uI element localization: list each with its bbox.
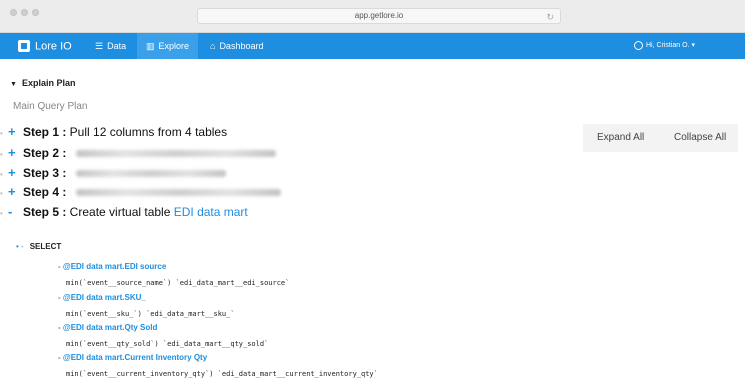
logo-link[interactable]: Lore IO: [12, 33, 80, 59]
expand-step-toggle[interactable]: +: [8, 184, 23, 200]
bullet-icon: •: [0, 189, 3, 198]
step-label: Step 4 :: [23, 185, 67, 199]
bullet-icon: •: [0, 150, 3, 159]
expand-step-toggle[interactable]: +: [8, 165, 23, 181]
field-name[interactable]: - @EDI data mart.Current Inventory Qty: [58, 353, 207, 362]
collapse-step-toggle[interactable]: -: [8, 204, 23, 220]
step-description: Pull 12 columns from 4 tables: [66, 125, 228, 139]
window-zoom-dot[interactable]: [32, 9, 39, 16]
expand-all-button[interactable]: Expand All: [597, 124, 644, 152]
bullet-icon: •: [0, 209, 3, 218]
nav-item-data-label: Data: [107, 41, 127, 51]
user-avatar-icon: [633, 40, 643, 50]
bullet-icon: •: [0, 170, 3, 179]
explain-plan-title: Explain Plan: [21, 78, 76, 88]
expand-collapse-group: Expand All Collapse All: [583, 124, 738, 152]
redacted-text: [75, 189, 281, 197]
redacted-text: [75, 150, 276, 158]
nav-item-dashboard-label: Dashboard: [219, 41, 264, 51]
window-minimize-dot[interactable]: [21, 9, 28, 16]
browser-toolbar: app.getlore.io ↻: [0, 0, 745, 33]
collapse-all-button[interactable]: Collapse All: [674, 124, 726, 152]
field-expression: min(`event__current_inventory_qty`) `edi…: [66, 370, 378, 378]
nav-item-explore-label: Explore: [158, 41, 190, 51]
tree-toggle-icon[interactable]: • -: [16, 242, 24, 251]
step-row[interactable]: • + Step 1 : Pull 12 columns from 4 tables: [0, 124, 227, 140]
field-expression: min(`event__source_name`) `edi_data_mart…: [66, 279, 290, 287]
field-name[interactable]: - @EDI data mart.SKU_: [58, 293, 146, 302]
step-description: Create virtual table: [66, 205, 174, 219]
step-row[interactable]: • + Step 2 :: [0, 145, 276, 161]
app-navbar: Lore IO ☰ Data ▥ Explore ⌂ Dashboard Hi, Cr…: [0, 33, 745, 59]
address-bar[interactable]: app.getlore.io ↻: [197, 8, 561, 24]
nav-item-explore[interactable]: ▥ Explore: [137, 33, 199, 59]
select-node[interactable]: • - SELECT: [16, 242, 61, 251]
redacted-text: [75, 170, 226, 178]
home-icon: ⌂: [210, 41, 216, 51]
nav-item-dashboard[interactable]: ⌂ Dashboard: [201, 33, 272, 59]
nav-item-data[interactable]: ☰ Data: [86, 33, 135, 59]
database-icon: ☰: [95, 41, 104, 51]
address-bar-url: app.getlore.io: [354, 11, 404, 20]
expand-step-toggle[interactable]: +: [8, 145, 23, 161]
step-label: Step 5 :: [23, 205, 67, 219]
expand-step-toggle[interactable]: +: [8, 124, 23, 140]
reload-icon[interactable]: ↻: [546, 10, 554, 24]
step-row[interactable]: • - Step 5 : Create virtual table EDI data…: [0, 204, 248, 220]
field-expression: min(`event__qty_sold`) `edi_data_mart__q…: [66, 340, 269, 348]
field-name[interactable]: - @EDI data mart.EDI source: [58, 262, 166, 271]
caret-down-icon: ▼: [10, 81, 17, 88]
step-label: Step 1 :: [23, 125, 67, 139]
chart-icon: ▥: [146, 41, 155, 51]
logo-label: Lore IO: [35, 40, 72, 53]
user-menu[interactable]: Hi, Cristian O. ▾: [633, 33, 695, 59]
field-expression: min(`event__sku_`) `edi_data_mart__sku_`: [66, 310, 235, 318]
explain-plan-header[interactable]: ▼ Explain Plan: [10, 78, 75, 88]
edi-data-mart-link[interactable]: EDI data mart: [174, 205, 248, 219]
step-label: Step 2 :: [23, 146, 67, 160]
window-close-dot[interactable]: [10, 9, 17, 16]
bullet-icon: •: [0, 129, 3, 138]
logo-icon: [18, 39, 30, 52]
step-label: Step 3 :: [23, 166, 67, 180]
main-query-plan-label: Main Query Plan: [13, 101, 88, 112]
step-row[interactable]: • + Step 3 :: [0, 165, 226, 181]
user-menu-label: Hi, Cristian O. ▾: [645, 42, 695, 49]
select-keyword: SELECT: [29, 242, 62, 251]
step-row[interactable]: • + Step 4 :: [0, 184, 281, 200]
field-name[interactable]: - @EDI data mart.Qty Sold: [58, 323, 157, 332]
